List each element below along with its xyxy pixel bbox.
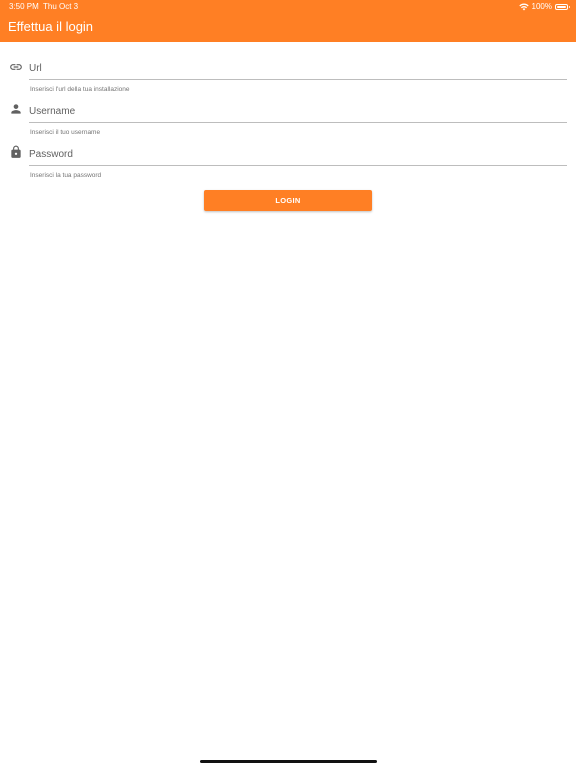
- url-helper-text: Inserisci l'url della tua installazione: [30, 86, 130, 93]
- status-date: Thu Oct 3: [43, 2, 79, 11]
- status-indicators: 100%: [518, 0, 570, 14]
- page-title: Effettua il login: [8, 19, 94, 34]
- username-helper-text: Inserisci il tuo username: [30, 129, 101, 136]
- password-input[interactable]: [29, 144, 567, 166]
- status-bar: 3:50 PM Thu Oct 3 100%: [0, 0, 576, 14]
- url-input[interactable]: [29, 58, 567, 80]
- login-button[interactable]: LOGIN: [204, 190, 372, 211]
- wifi-icon: [518, 3, 529, 11]
- battery-fill: [557, 6, 566, 8]
- login-screen: 3:50 PM Thu Oct 3 100% Effettua il login…: [0, 0, 576, 768]
- status-time: 3:50 PM: [9, 2, 39, 11]
- battery-icon: [555, 4, 570, 10]
- app-bar: 3:50 PM Thu Oct 3 100% Effettua il login: [0, 0, 576, 42]
- username-input[interactable]: [29, 101, 567, 123]
- lock-icon: [11, 145, 21, 158]
- home-indicator[interactable]: [200, 760, 377, 763]
- battery-percentage: 100%: [531, 2, 552, 11]
- link-icon: [10, 64, 22, 70]
- password-helper-text: Inserisci la tua password: [30, 172, 102, 179]
- person-icon: [11, 104, 21, 114]
